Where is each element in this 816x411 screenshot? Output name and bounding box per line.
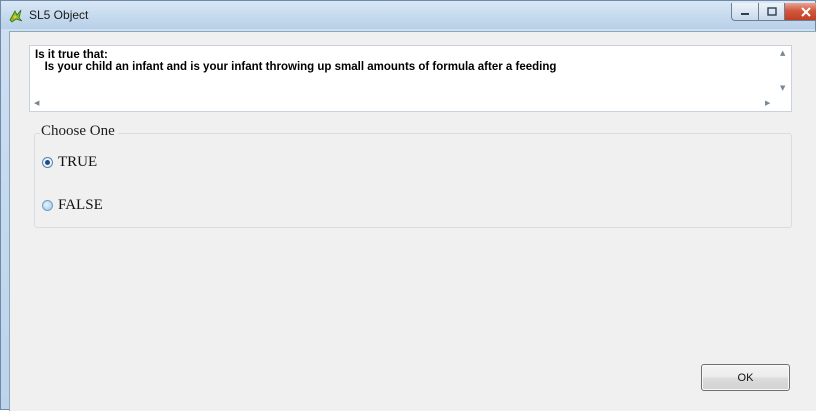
choice-group-label: Choose One — [40, 123, 118, 140]
window-title: SL5 Object — [29, 8, 89, 22]
minimize-icon — [741, 12, 749, 15]
scroll-left-icon[interactable]: ◀ — [34, 99, 39, 107]
app-icon — [9, 9, 23, 23]
close-button[interactable] — [784, 3, 816, 21]
ok-button[interactable]: OK — [701, 364, 790, 391]
vertical-scrollbar[interactable]: ▲ ▼ — [774, 46, 791, 98]
horizontal-scrollbar[interactable]: ◀ ▶ — [30, 96, 791, 111]
question-text: Is it true that: Is your child an infant… — [35, 49, 556, 73]
radio-button-false[interactable] — [42, 200, 53, 211]
maximize-icon — [766, 7, 777, 16]
title-bar[interactable]: SL5 Object — [1, 1, 816, 29]
radio-label-true: TRUE — [58, 154, 98, 170]
choice-group-box — [34, 133, 792, 228]
dialog-window: SL5 Object Is it true that: Is your chil… — [0, 0, 816, 411]
scroll-up-icon[interactable]: ▲ — [780, 49, 785, 57]
question-line-2: Is your child an infant and is your infa… — [35, 61, 557, 73]
question-textbox[interactable]: Is it true that: Is your child an infant… — [29, 45, 792, 112]
close-icon — [801, 6, 811, 17]
radio-option-true[interactable]: TRUE — [42, 154, 97, 171]
radio-label-false: FALSE — [58, 197, 103, 213]
dialog-client-area: Is it true that: Is your child an infant… — [9, 31, 816, 411]
minimize-button[interactable] — [731, 3, 758, 21]
question-line-1: Is it true that: — [35, 49, 108, 61]
radio-option-false[interactable]: FALSE — [42, 197, 103, 214]
maximize-button[interactable] — [758, 3, 784, 21]
scroll-down-icon[interactable]: ▼ — [780, 84, 785, 92]
radio-button-true[interactable] — [42, 157, 53, 168]
scroll-right-icon[interactable]: ▶ — [765, 99, 770, 107]
